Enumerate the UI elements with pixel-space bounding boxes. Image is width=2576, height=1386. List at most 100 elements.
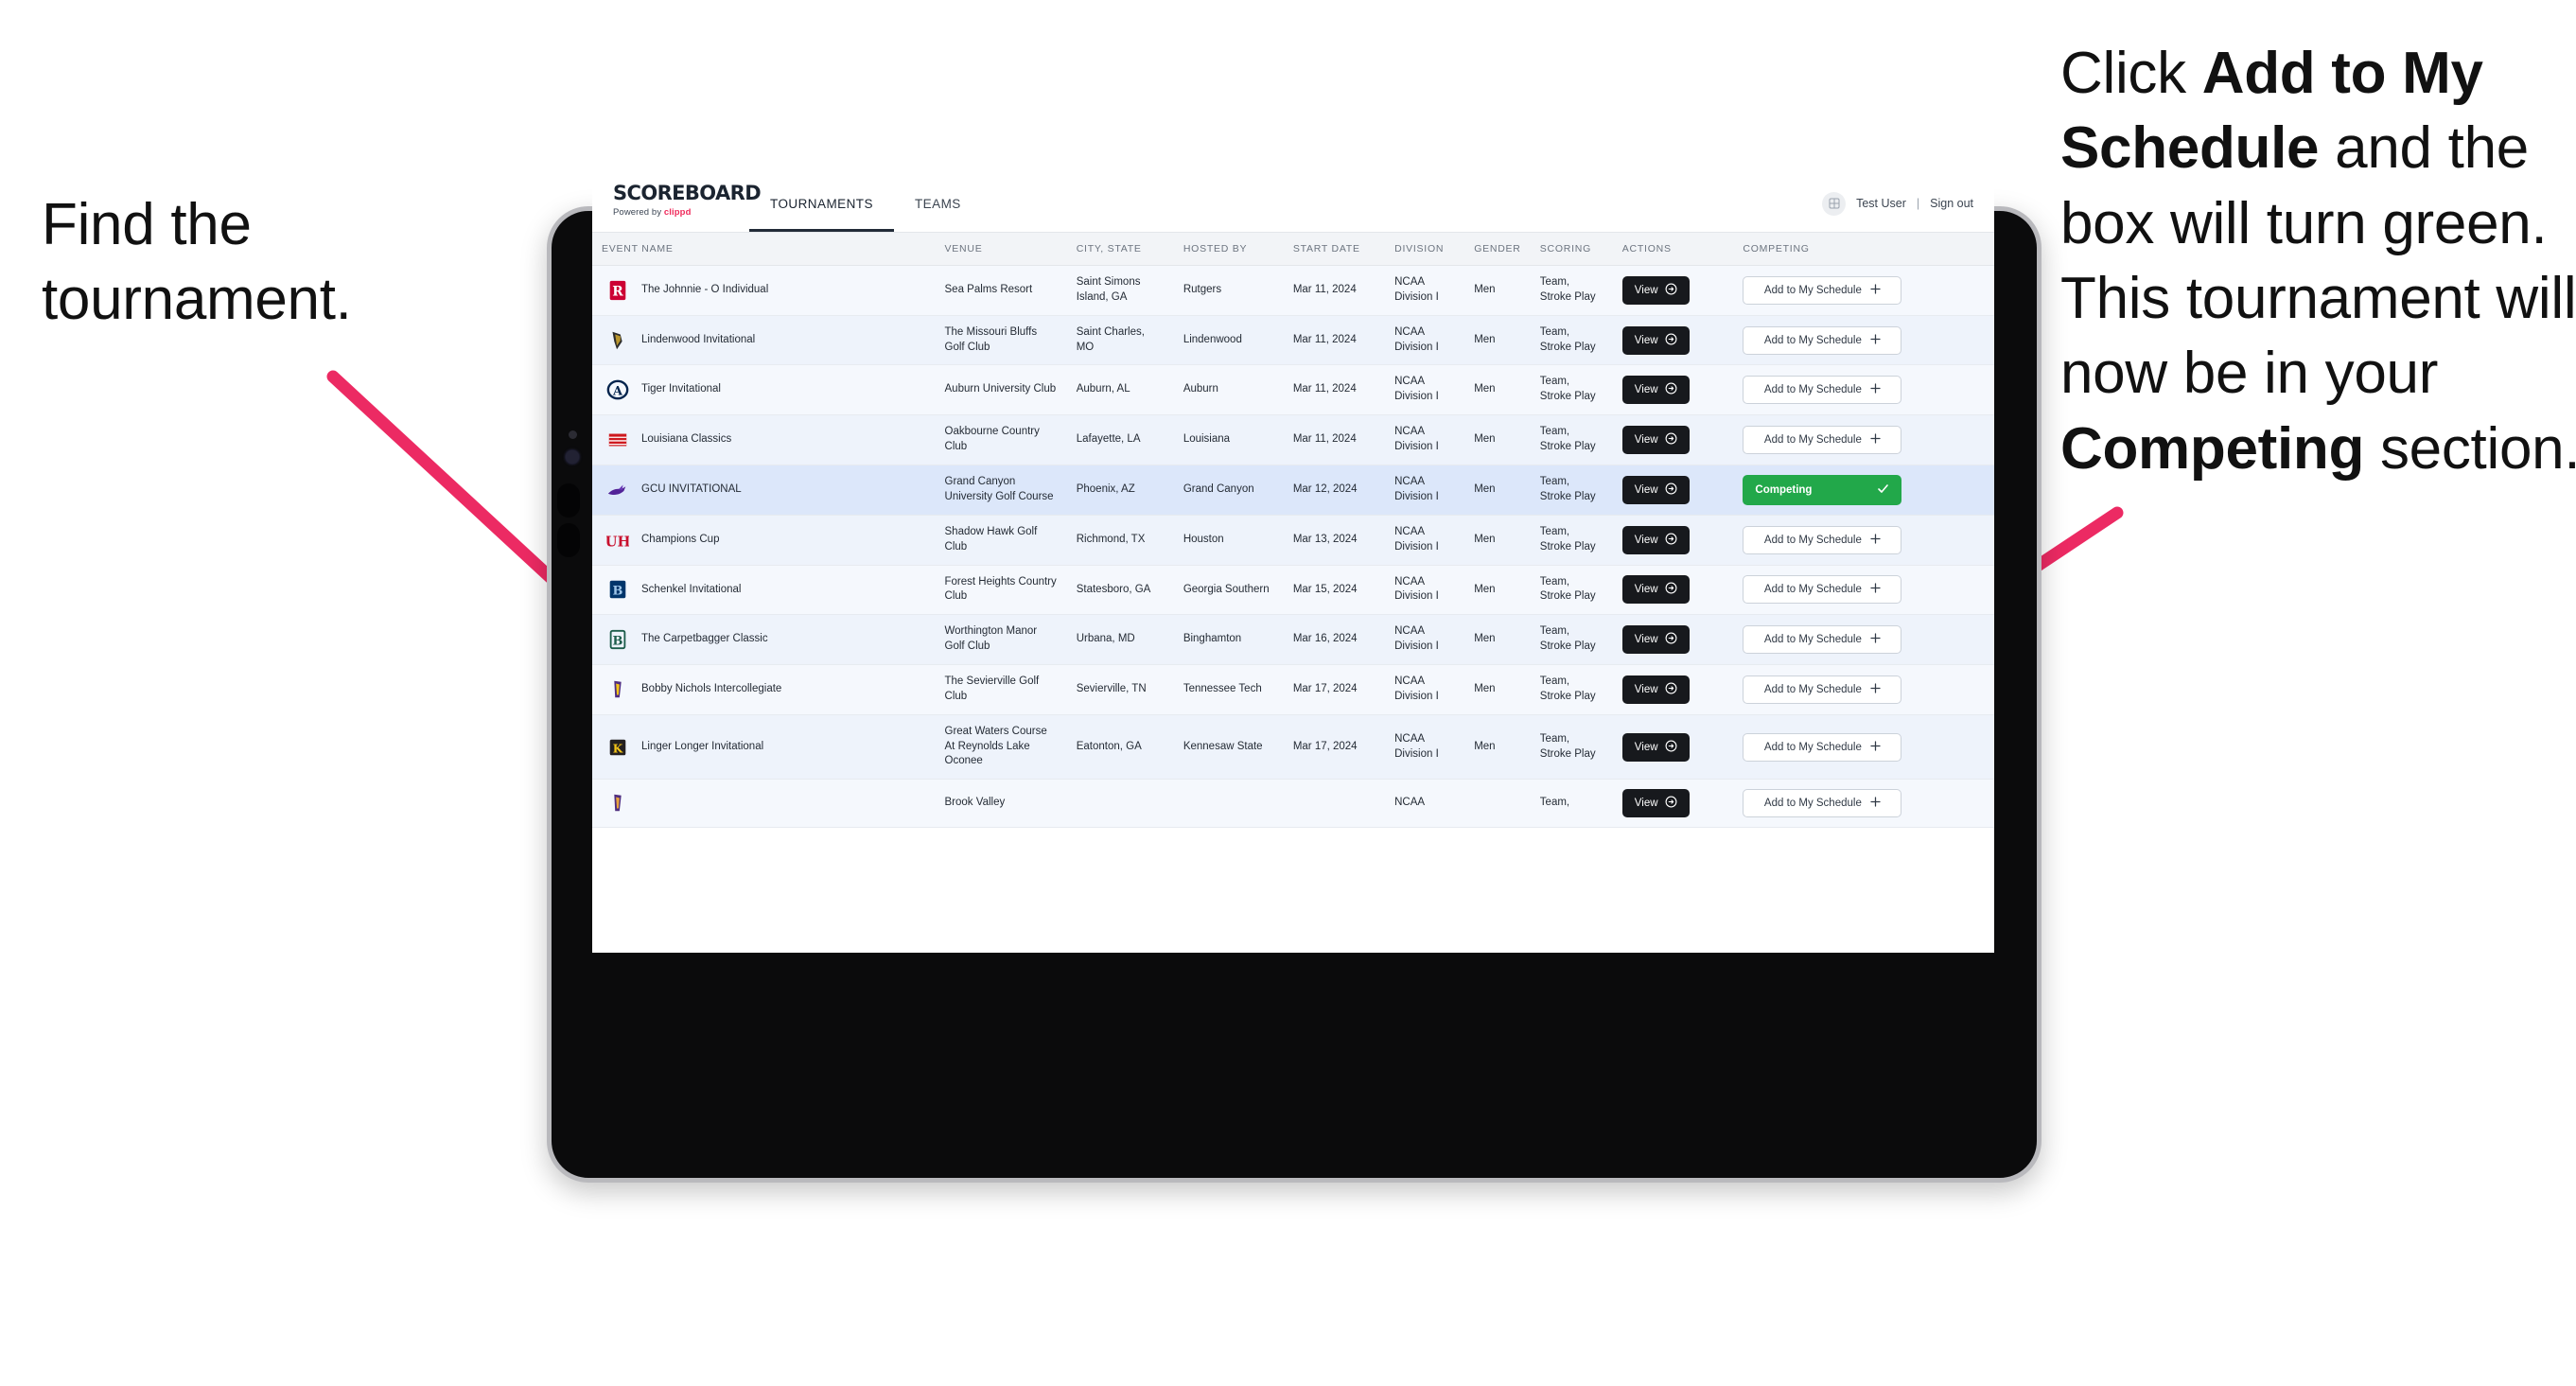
view-button[interactable]: View (1621, 475, 1690, 504)
cell-gender: Men (1464, 465, 1531, 516)
cell-hosted-by: Louisiana (1173, 414, 1284, 465)
add-to-my-schedule-label: Add to My Schedule (1763, 584, 1862, 596)
arrow-circle-icon (1665, 432, 1677, 447)
add-to-my-schedule-button[interactable]: Add to My Schedule (1743, 789, 1902, 818)
table-row[interactable]: GCU INVITATIONAL Grand Canyon University… (592, 465, 1994, 516)
cell-city-state: Saint Charles, MO (1066, 315, 1174, 366)
tablet-sensor-icon (566, 450, 579, 464)
cell-scoring: Team, Stroke Play (1530, 614, 1613, 666)
add-to-my-schedule-button[interactable]: Add to My Schedule (1743, 325, 1902, 355)
view-button[interactable]: View (1621, 325, 1690, 355)
volume-down-button[interactable] (557, 523, 580, 557)
cell-hosted-by: Kennesaw State (1173, 714, 1284, 781)
view-button[interactable]: View (1621, 525, 1690, 554)
table-row[interactable]: B Schenkel Invitational Forest Heights C… (592, 565, 1994, 616)
add-to-my-schedule-button[interactable]: Add to My Schedule (1743, 426, 1902, 455)
table-row[interactable]: Bobby Nichols Intercollegiate The Sevier… (592, 664, 1994, 715)
cell-start-date (1283, 779, 1386, 829)
view-button[interactable]: View (1621, 426, 1690, 455)
view-button[interactable]: View (1621, 275, 1690, 305)
cell-gender: Men (1464, 664, 1531, 715)
cell-hosted-by: Georgia Southern (1173, 565, 1284, 616)
cell-scoring: Team, Stroke Play (1530, 515, 1613, 566)
cell-event-name: R The Johnnie - O Individual (592, 265, 936, 316)
add-to-my-schedule-button[interactable]: Add to My Schedule (1743, 732, 1902, 762)
view-label: View (1634, 634, 1658, 646)
competing-button[interactable]: Competing (1743, 474, 1902, 505)
plus-icon (1870, 740, 1881, 754)
table-row[interactable]: UH Champions Cup Shadow Hawk Golf ClubRi… (592, 515, 1994, 566)
table-row[interactable]: Brook Valley NCAA Team, View Add to My Sch… (592, 779, 1994, 829)
cell-venue: Brook Valley (935, 779, 1067, 829)
column-header-gender: GENDER (1464, 233, 1531, 266)
annotation-right-seg1: Click (2060, 41, 2202, 106)
view-button[interactable]: View (1621, 575, 1690, 605)
cell-start-date: Mar 17, 2024 (1283, 714, 1386, 781)
cell-competing: Add to My Schedule (1733, 565, 1994, 616)
view-label: View (1634, 434, 1658, 447)
table-row[interactable]: A Tiger Invitational Auburn University C… (592, 364, 1994, 416)
logo-tagline: Powered by clippd (613, 207, 736, 218)
cell-actions: View (1612, 265, 1734, 316)
cell-competing: Add to My Schedule (1733, 315, 1994, 366)
cell-scoring: Team, Stroke Play (1530, 664, 1613, 715)
view-button[interactable]: View (1621, 376, 1690, 405)
cell-venue: The Missouri Bluffs Golf Club (935, 315, 1067, 366)
cell-division: NCAA Division I (1385, 414, 1465, 465)
cell-city-state: Phoenix, AZ (1066, 465, 1174, 516)
column-header-competing: COMPETING (1733, 233, 1994, 266)
column-header-scoring: SCORING (1530, 233, 1613, 266)
column-header-actions: ACTIONS (1612, 233, 1734, 266)
add-to-my-schedule-button[interactable]: Add to My Schedule (1743, 525, 1902, 554)
cell-hosted-by: Binghamton (1173, 614, 1284, 666)
cell-gender: Men (1464, 714, 1531, 781)
view-button[interactable]: View (1621, 789, 1690, 818)
tab-teams[interactable]: TEAMS (894, 175, 982, 232)
add-to-my-schedule-button[interactable]: Add to My Schedule (1743, 675, 1902, 704)
table-row[interactable]: Lindenwood Invitational The Missouri Blu… (592, 315, 1994, 366)
add-to-my-schedule-label: Add to My Schedule (1763, 434, 1862, 447)
cell-start-date: Mar 11, 2024 (1283, 414, 1386, 465)
cell-city-state: Richmond, TX (1066, 515, 1174, 566)
grid-icon[interactable] (1822, 191, 1847, 216)
partial-logo (605, 791, 630, 816)
cell-scoring: Team, Stroke Play (1530, 414, 1613, 465)
view-button[interactable]: View (1621, 675, 1690, 704)
table-row[interactable]: B The Carpetbagger Classic Worthington M… (592, 614, 1994, 666)
event-name-label: GCU INVITATIONAL (641, 482, 742, 495)
event-name-label: Schenkel Invitational (641, 583, 742, 595)
cell-city-state: Saint Simons Island, GA (1066, 265, 1174, 316)
table-row[interactable]: Louisiana Classics Oakbourne Country Clu… (592, 414, 1994, 465)
cell-scoring: Team, Stroke Play (1530, 265, 1613, 316)
scoreboard-logo[interactable]: SCOREBOARD Powered by clippd (592, 175, 762, 232)
add-to-my-schedule-button[interactable]: Add to My Schedule (1743, 575, 1902, 605)
cell-event-name (592, 779, 936, 829)
tab-tournaments[interactable]: TOURNAMENTS (749, 175, 894, 232)
cell-actions: View (1612, 714, 1734, 781)
column-header-event-name: EVENT NAME (592, 233, 936, 266)
cell-hosted-by: Grand Canyon (1173, 465, 1284, 516)
arrow-circle-icon (1665, 796, 1677, 811)
table-row[interactable]: K Linger Longer Invitational Great Water… (592, 714, 1994, 781)
cell-event-name: UH Champions Cup (592, 515, 936, 566)
cell-city-state: Urbana, MD (1066, 614, 1174, 666)
cell-competing: Add to My Schedule (1733, 779, 1994, 829)
cell-division: NCAA Division I (1385, 315, 1465, 366)
cell-actions: View (1612, 364, 1734, 416)
view-button[interactable]: View (1621, 732, 1690, 762)
cell-start-date: Mar 17, 2024 (1283, 664, 1386, 715)
add-to-my-schedule-button[interactable]: Add to My Schedule (1743, 275, 1902, 305)
arrow-circle-icon (1665, 283, 1677, 298)
cell-scoring: Team, Stroke Play (1530, 364, 1613, 416)
cell-division: NCAA Division I (1385, 565, 1465, 616)
logo-wordmark: SCOREBOARD (613, 182, 762, 204)
table-row[interactable]: R The Johnnie - O Individual Sea Palms R… (592, 265, 1994, 316)
add-to-my-schedule-button[interactable]: Add to My Schedule (1743, 376, 1902, 405)
cell-venue: Shadow Hawk Golf Club (935, 515, 1067, 566)
event-name-label: Champions Cup (641, 533, 720, 545)
sign-out-link[interactable]: Sign out (1930, 197, 1973, 210)
arrow-circle-icon (1665, 682, 1677, 697)
view-button[interactable]: View (1621, 625, 1690, 655)
volume-up-button[interactable] (557, 483, 580, 518)
add-to-my-schedule-button[interactable]: Add to My Schedule (1743, 625, 1902, 655)
